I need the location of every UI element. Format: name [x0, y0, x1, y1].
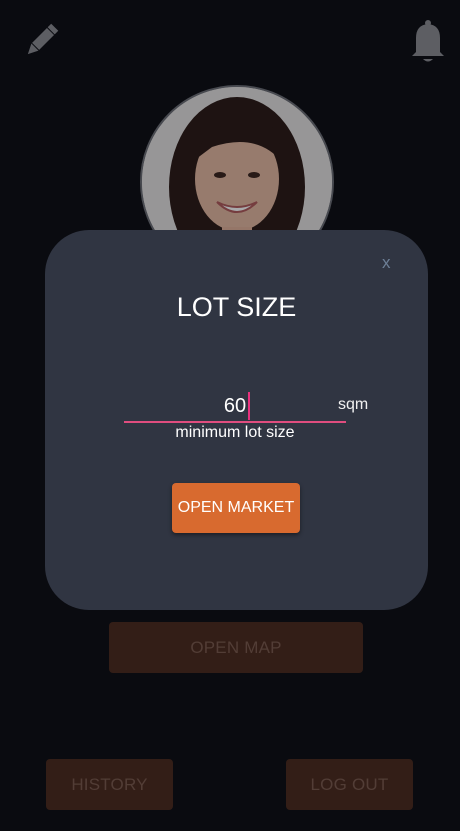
open-market-button[interactable]: OPEN MARKET [172, 483, 300, 533]
input-hint: minimum lot size [175, 424, 295, 441]
lot-size-input[interactable] [124, 390, 346, 422]
text-cursor [248, 392, 250, 420]
dialog-title: LOT SIZE [176, 292, 297, 322]
unit-label: sqm [338, 396, 369, 413]
input-underline [124, 421, 346, 423]
close-button[interactable]: x [382, 253, 391, 273]
